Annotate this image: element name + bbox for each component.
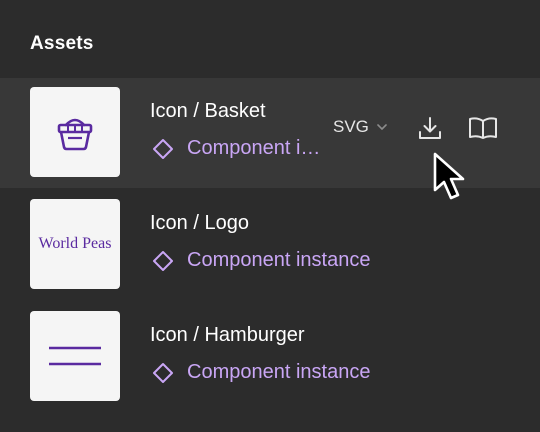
asset-thumbnail: World Peas [30,199,120,289]
format-dropdown[interactable]: SVG [333,117,388,137]
asset-type-label: Component instance [187,249,371,271]
book-icon[interactable] [467,114,499,142]
diamond-icon [152,138,174,160]
diamond-icon [152,362,174,384]
chevron-down-icon [376,123,388,131]
download-icon[interactable] [416,114,444,142]
asset-row-basket[interactable]: Icon / Basket Component instance SVG [0,78,540,188]
asset-type-label: Component instance [187,361,371,383]
asset-type: Component instance [152,361,370,384]
asset-thumbnail [30,311,120,401]
world-peas-logo: World Peas [38,235,112,252]
asset-type: Component instance [152,249,370,272]
asset-thumbnail [30,87,120,177]
basket-icon [53,112,97,152]
asset-row-logo[interactable]: World Peas Icon / Logo Component instanc… [0,190,540,300]
diamond-icon [152,250,174,272]
asset-name: Icon / Logo [150,212,249,234]
format-dropdown-value: SVG [333,117,369,136]
asset-name: Icon / Hamburger [150,324,305,346]
asset-type: Component instance [152,137,322,160]
asset-row-hamburger[interactable]: Icon / Hamburger Component instance [0,302,540,412]
panel-title: Assets [30,33,94,54]
asset-type-label: Component instance [187,137,322,159]
assets-panel: Assets Icon / Basket Component insta [0,0,540,432]
asset-name: Icon / Basket [150,100,266,122]
hamburger-icon [48,343,102,369]
